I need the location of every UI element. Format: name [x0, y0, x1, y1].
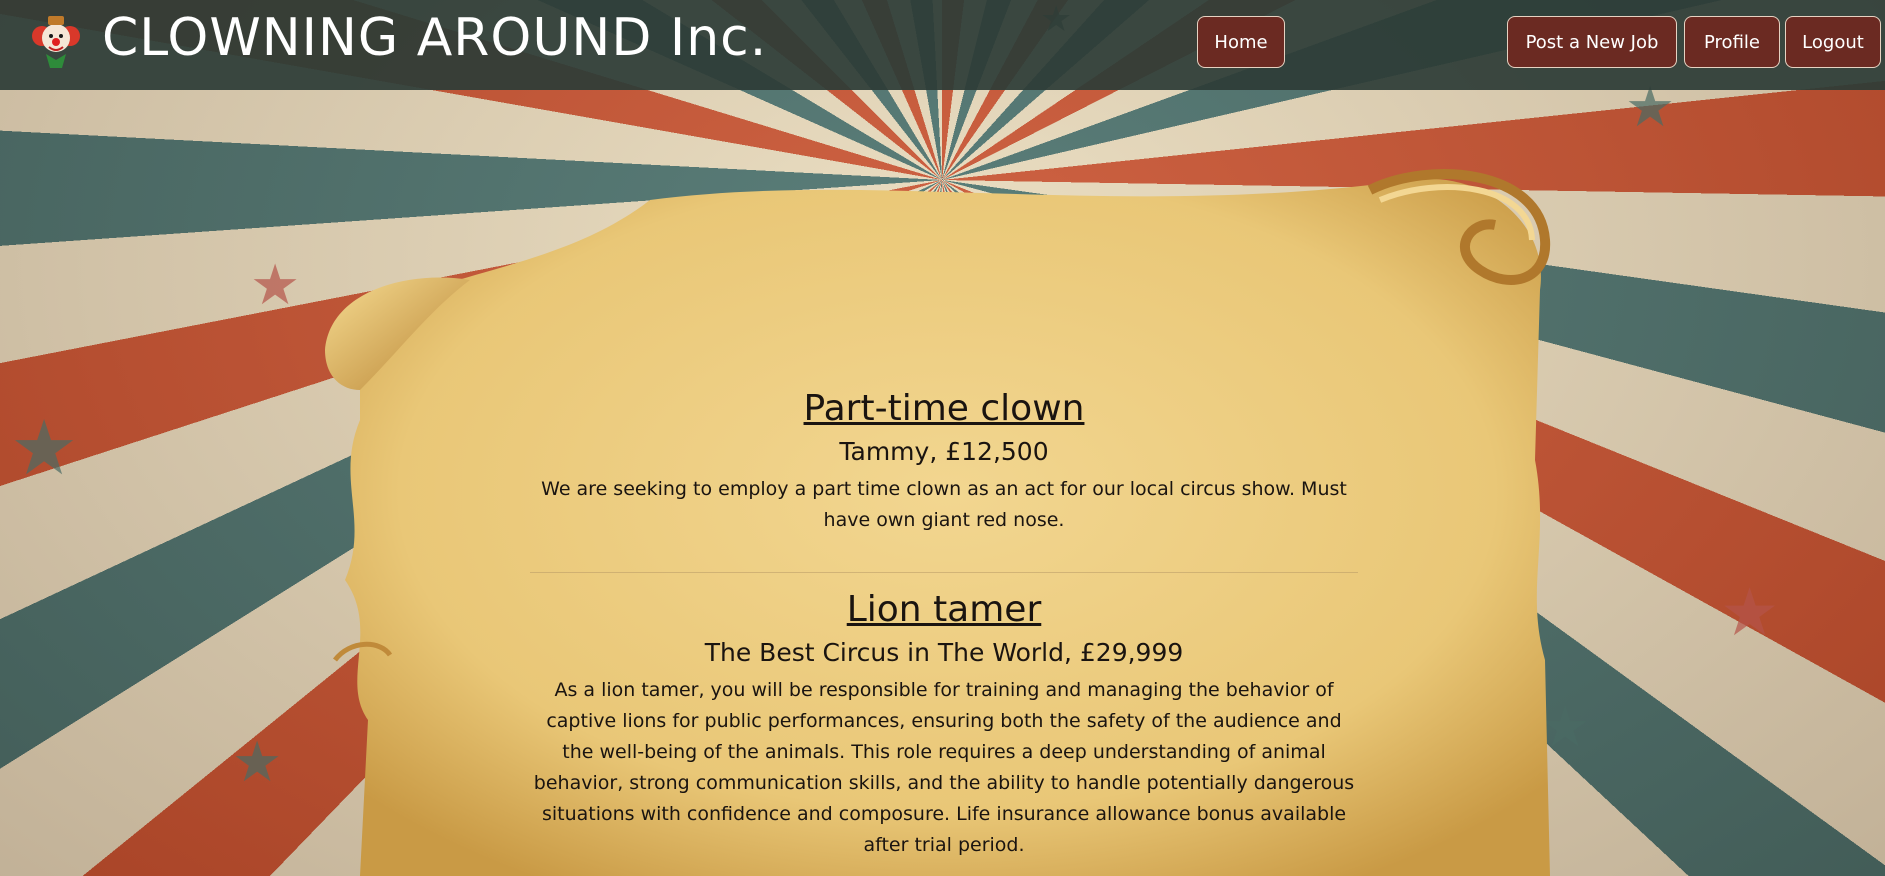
job-listings: Part-time clown Tammy, £12,500 We are se…	[530, 388, 1358, 861]
nav-post-job-button[interactable]: Post a New Job	[1507, 16, 1677, 68]
job-listing: Part-time clown Tammy, £12,500 We are se…	[530, 388, 1358, 536]
nav-logout-button[interactable]: Logout	[1785, 16, 1881, 68]
star-decoration: ★	[10, 403, 79, 492]
site-title: CLOWNING AROUND Inc.	[102, 8, 768, 68]
nav-profile-button[interactable]: Profile	[1684, 16, 1780, 68]
nav-home-button[interactable]: Home	[1197, 16, 1285, 68]
job-description: We are seeking to employ a part time clo…	[541, 478, 1347, 531]
star-decoration: ★	[1720, 574, 1780, 651]
star-decoration: ★	[250, 253, 301, 318]
job-description: As a lion tamer, you will be responsible…	[533, 679, 1355, 856]
clown-face-icon	[32, 16, 80, 68]
star-decoration: ★	[232, 730, 283, 795]
job-title[interactable]: Part-time clown	[530, 388, 1358, 429]
job-employer-salary: Tammy, £12,500	[839, 437, 1049, 466]
job-title[interactable]: Lion tamer	[530, 589, 1358, 630]
job-listing: Lion tamer The Best Circus in The World,…	[530, 589, 1358, 861]
job-employer-salary: The Best Circus in The World, £29,999	[704, 638, 1184, 667]
listing-divider	[530, 572, 1358, 573]
top-navbar: CLOWNING AROUND Inc. Home Post a New Job…	[0, 0, 1885, 90]
